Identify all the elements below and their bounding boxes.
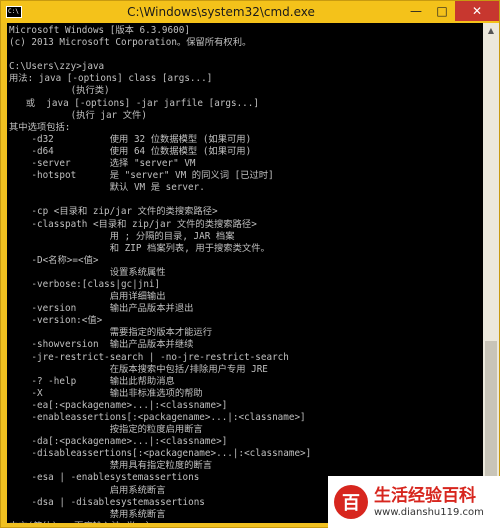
watermark-text: 生活经验百科 www.dianshu119.com xyxy=(374,486,484,519)
console-line: -? -help 输出此帮助消息 xyxy=(9,375,175,387)
console-line: -showversion 输出产品版本并继续 xyxy=(9,339,194,351)
console-line: -ea[:<packagename>...|:<classname>] xyxy=(9,399,228,411)
maximize-button[interactable]: □ xyxy=(429,1,455,21)
console-line: -disableassertions[:<packagename>...|:<c… xyxy=(9,448,312,460)
console-line: C:\Users\zzy>java xyxy=(9,61,105,73)
vertical-scrollbar[interactable]: ▲ ▼ xyxy=(483,23,499,523)
scrollbar-thumb[interactable] xyxy=(485,341,497,491)
console-line: -version 输出产品版本并退出 xyxy=(9,303,194,315)
window-title: C:\Windows\system32\cmd.exe xyxy=(127,5,315,19)
minimize-button[interactable]: — xyxy=(403,1,429,21)
console-line: 在版本搜索中包括/排除用户专用 JRE xyxy=(9,363,268,375)
console-line: (执行类) xyxy=(9,85,110,97)
console-line: 设置系统属性 xyxy=(9,266,166,278)
cmd-window: C:\ C:\Windows\system32\cmd.exe — □ ✕ Mi… xyxy=(0,0,500,528)
console-line: Microsoft Windows [版本 6.3.9600] xyxy=(9,25,190,36)
scroll-up-icon[interactable]: ▲ xyxy=(483,23,499,39)
watermark-badge: 百 生活经验百科 www.dianshu119.com xyxy=(328,476,500,528)
window-controls: — □ ✕ xyxy=(403,1,499,21)
console-line: -hotspot 是 "server" VM 的同义词 [已过时] xyxy=(9,170,274,182)
watermark-name: 生活经验百科 xyxy=(374,485,476,506)
console-line: 用法: java [-options] class [args...] xyxy=(9,73,213,85)
console-line: 其中选项包括: xyxy=(9,121,71,133)
console-output[interactable]: Microsoft Windows [版本 6.3.9600] (c) 2013 … xyxy=(7,23,483,523)
console-line: -enableassertions[:<packagename>...|:<cl… xyxy=(9,412,306,423)
console-line: 或 java [-options] -jar jarfile [args...] xyxy=(9,97,259,109)
console-line: (执行 jar 文件) xyxy=(9,109,147,121)
console-line: 用 ; 分隔的目录, JAR 档案 xyxy=(9,230,235,242)
console-line: -d32 使用 32 位数据模型 (如果可用) xyxy=(9,133,252,145)
console-line: 禁用具有指定粒度的断言 xyxy=(9,460,213,472)
console-line: -da[:<packagename>...|:<classname>] xyxy=(9,436,228,448)
console-line: -jre-restrict-search | -no-jre-restrict-… xyxy=(9,351,289,363)
console-line: (c) 2013 Microsoft Corporation。保留所有权利。 xyxy=(9,37,252,49)
console-line: -cp <目录和 zip/jar 文件的类搜索路径> xyxy=(9,206,218,218)
console-line: 和 ZIP 档案列表, 用于搜索类文件。 xyxy=(9,242,270,254)
watermark-url: www.dianshu119.com xyxy=(374,506,484,518)
console-line: -d64 使用 64 位数据模型 (如果可用) xyxy=(9,145,252,157)
console-text: Microsoft Windows [版本 6.3.9600] (c) 2013 … xyxy=(7,23,483,523)
title-bar[interactable]: C:\ C:\Windows\system32\cmd.exe — □ ✕ xyxy=(1,1,499,23)
console-line: -classpath <目录和 zip/jar 文件的类搜索路径> xyxy=(9,218,257,230)
console-line: 启用详细输出 xyxy=(9,291,166,303)
console-line: 需要指定的版本才能运行 xyxy=(9,327,213,339)
console-line: -X 输出非标准选项的帮助 xyxy=(9,387,203,399)
console-line: 默认 VM 是 server. xyxy=(9,182,205,194)
watermark-logo-icon: 百 xyxy=(334,485,368,519)
console-line: -version:<值> xyxy=(9,315,103,327)
console-line: -verbose:[class|gc|jni] xyxy=(9,278,161,290)
console-line: -server 选择 "server" VM xyxy=(9,158,196,170)
console-line: -D<名称>=<值> xyxy=(9,254,99,266)
console-line: 按指定的粒度启用断言 xyxy=(9,424,203,436)
close-button[interactable]: ✕ xyxy=(455,1,499,21)
